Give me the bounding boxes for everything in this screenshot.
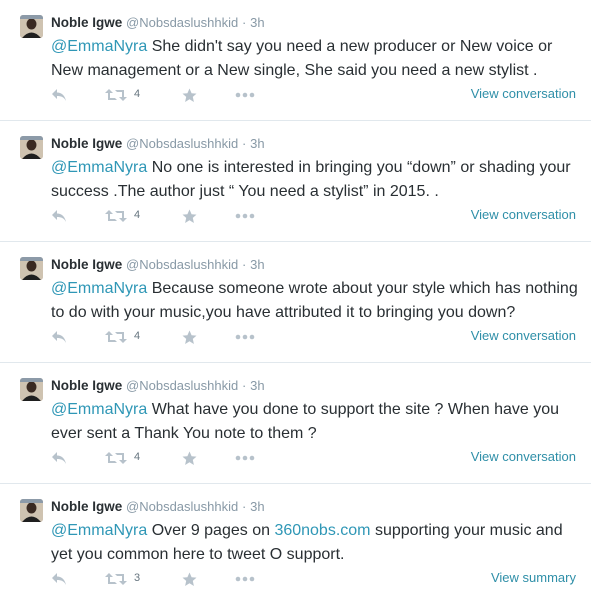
- tweet-actions: 4 View conversation: [51, 327, 581, 347]
- mention-link[interactable]: @EmmaNyra: [51, 401, 147, 418]
- retweet-count: 4: [134, 88, 141, 100]
- more-options-icon[interactable]: [235, 85, 255, 105]
- tweet-actions: 4 View conversation: [51, 85, 581, 105]
- tweet-actions: 4 View conversation: [51, 206, 581, 226]
- retweet-icon[interactable]: [105, 327, 127, 347]
- separator: ·: [242, 15, 247, 30]
- tweet-text: @EmmaNyra No one is interested in bringi…: [51, 156, 581, 204]
- retweet-count: 4: [134, 330, 141, 342]
- mention-link[interactable]: @EmmaNyra: [51, 38, 147, 55]
- author-name[interactable]: Noble Igwe: [51, 136, 122, 151]
- reply-icon[interactable]: [51, 448, 67, 468]
- avatar[interactable]: [20, 15, 43, 38]
- tweet-actions: 3 View summary: [51, 569, 581, 589]
- tweet-timeline: Noble Igwe @Nobsdaslushhkid · 3h @EmmaNy…: [0, 0, 591, 604]
- retweet-icon[interactable]: [105, 448, 127, 468]
- more-options-icon[interactable]: [235, 206, 255, 226]
- retweet-icon[interactable]: [105, 206, 127, 226]
- favorite-star-icon[interactable]: [182, 448, 197, 468]
- separator: ·: [242, 257, 247, 272]
- view-conversation-link[interactable]: View conversation: [471, 206, 576, 224]
- url-link[interactable]: 360nobs.com: [274, 522, 370, 539]
- avatar[interactable]: [20, 499, 43, 522]
- tweet-text: @EmmaNyra Over 9 pages on 360nobs.com su…: [51, 519, 581, 567]
- timestamp[interactable]: 3h: [250, 499, 264, 514]
- timestamp[interactable]: 3h: [250, 257, 264, 272]
- tweet[interactable]: Noble Igwe @Nobsdaslushhkid · 3h @EmmaNy…: [0, 0, 591, 121]
- retweet-count: 4: [134, 451, 141, 463]
- timestamp[interactable]: 3h: [250, 378, 264, 393]
- timestamp[interactable]: 3h: [250, 136, 264, 151]
- mention-link[interactable]: @EmmaNyra: [51, 522, 147, 539]
- author-name[interactable]: Noble Igwe: [51, 15, 122, 30]
- tweet-header: Noble Igwe @Nobsdaslushhkid · 3h: [51, 135, 265, 153]
- tweet-text: @EmmaNyra She didn't say you need a new …: [51, 35, 581, 83]
- separator: ·: [242, 136, 247, 151]
- separator: ·: [242, 378, 247, 393]
- tweet-header: Noble Igwe @Nobsdaslushhkid · 3h: [51, 14, 265, 32]
- view-conversation-link[interactable]: View conversation: [471, 448, 576, 466]
- tweet-header: Noble Igwe @Nobsdaslushhkid · 3h: [51, 377, 265, 395]
- reply-icon[interactable]: [51, 206, 67, 226]
- tweet-header: Noble Igwe @Nobsdaslushhkid · 3h: [51, 498, 265, 516]
- avatar[interactable]: [20, 136, 43, 159]
- author-handle[interactable]: @Nobsdaslushhkid: [126, 499, 238, 514]
- author-handle[interactable]: @Nobsdaslushhkid: [126, 378, 238, 393]
- separator: ·: [242, 499, 247, 514]
- tweet[interactable]: Noble Igwe @Nobsdaslushhkid · 3h @EmmaNy…: [0, 363, 591, 484]
- author-handle[interactable]: @Nobsdaslushhkid: [126, 15, 238, 30]
- view-summary-link[interactable]: View summary: [491, 569, 576, 587]
- favorite-star-icon[interactable]: [182, 206, 197, 226]
- avatar[interactable]: [20, 378, 43, 401]
- reply-icon[interactable]: [51, 85, 67, 105]
- avatar[interactable]: [20, 257, 43, 280]
- retweet-count: 4: [134, 209, 141, 221]
- tweet-text-content: Over 9 pages on: [147, 522, 275, 539]
- author-name[interactable]: Noble Igwe: [51, 378, 122, 393]
- tweet-header: Noble Igwe @Nobsdaslushhkid · 3h: [51, 256, 265, 274]
- author-name[interactable]: Noble Igwe: [51, 257, 122, 272]
- tweet-text: @EmmaNyra Because someone wrote about yo…: [51, 277, 581, 325]
- retweet-count: 3: [134, 572, 141, 584]
- tweet-actions: 4 View conversation: [51, 448, 581, 468]
- author-handle[interactable]: @Nobsdaslushhkid: [126, 257, 238, 272]
- favorite-star-icon[interactable]: [182, 327, 197, 347]
- favorite-star-icon[interactable]: [182, 569, 197, 589]
- more-options-icon[interactable]: [235, 569, 255, 589]
- view-conversation-link[interactable]: View conversation: [471, 327, 576, 345]
- retweet-icon[interactable]: [105, 85, 127, 105]
- reply-icon[interactable]: [51, 569, 67, 589]
- author-handle[interactable]: @Nobsdaslushhkid: [126, 136, 238, 151]
- favorite-star-icon[interactable]: [182, 85, 197, 105]
- timestamp[interactable]: 3h: [250, 15, 264, 30]
- tweet-text: @EmmaNyra What have you done to support …: [51, 398, 581, 446]
- view-conversation-link[interactable]: View conversation: [471, 85, 576, 103]
- retweet-icon[interactable]: [105, 569, 127, 589]
- mention-link[interactable]: @EmmaNyra: [51, 159, 147, 176]
- mention-link[interactable]: @EmmaNyra: [51, 280, 147, 297]
- reply-icon[interactable]: [51, 327, 67, 347]
- tweet[interactable]: Noble Igwe @Nobsdaslushhkid · 3h @EmmaNy…: [0, 121, 591, 242]
- tweet[interactable]: Noble Igwe @Nobsdaslushhkid · 3h @EmmaNy…: [0, 484, 591, 604]
- author-name[interactable]: Noble Igwe: [51, 499, 122, 514]
- more-options-icon[interactable]: [235, 448, 255, 468]
- tweet[interactable]: Noble Igwe @Nobsdaslushhkid · 3h @EmmaNy…: [0, 242, 591, 363]
- more-options-icon[interactable]: [235, 327, 255, 347]
